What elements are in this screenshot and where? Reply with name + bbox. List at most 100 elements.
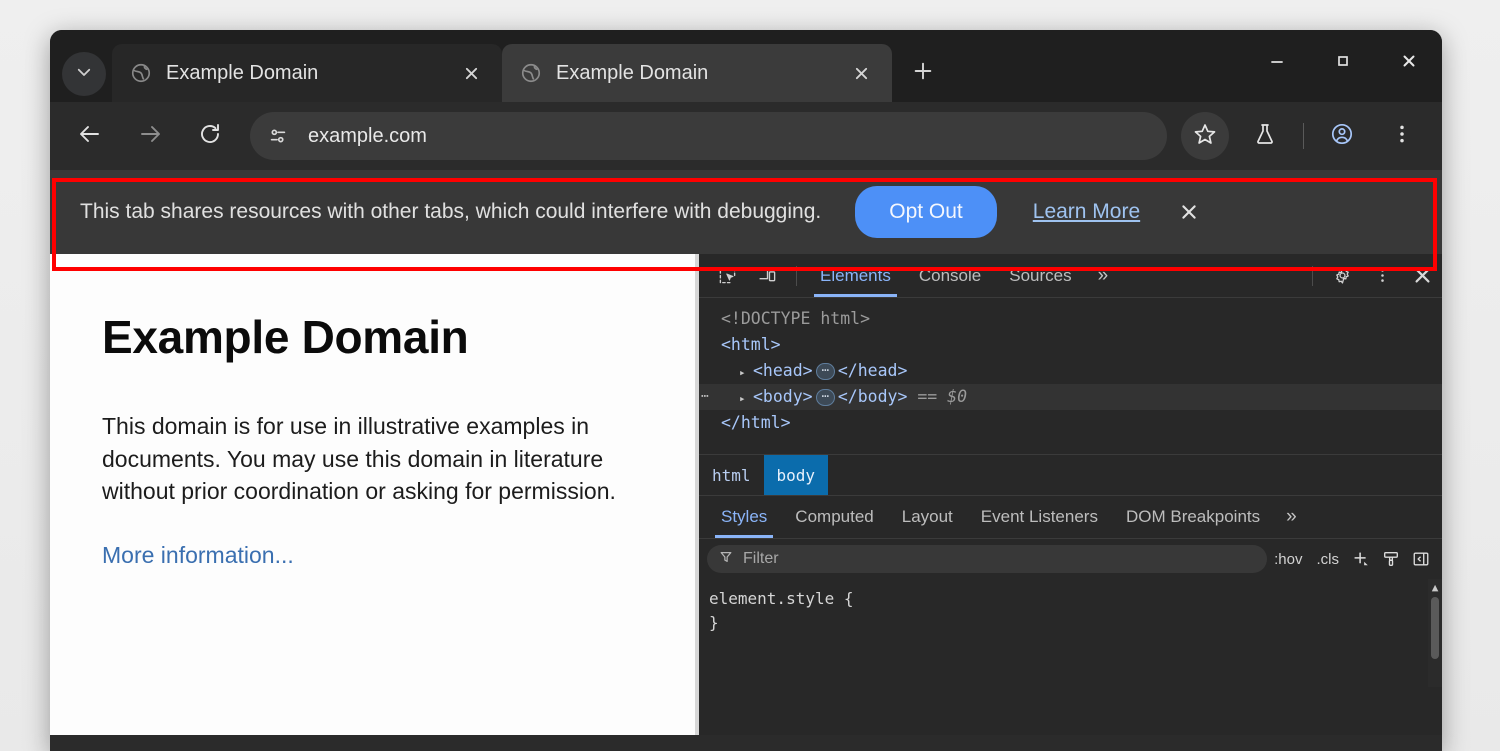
- devtools-close-icon[interactable]: [1405, 259, 1439, 293]
- reload-button[interactable]: [186, 112, 234, 160]
- dom-tag-body-close: </body>: [838, 387, 908, 406]
- labs-button[interactable]: [1241, 112, 1289, 160]
- tab-search-button[interactable]: [62, 52, 106, 96]
- dom-tag-head-close: </head>: [838, 361, 908, 380]
- sidebar-more-tabs-button[interactable]: »: [1274, 506, 1309, 528]
- window-close-button[interactable]: [1376, 30, 1442, 96]
- dom-doctype-text: <!DOCTYPE html>: [721, 309, 870, 328]
- hov-toggle-button[interactable]: :hov: [1267, 551, 1309, 568]
- address-bar-url: example.com: [308, 125, 427, 148]
- dom-row-html-close[interactable]: </html>: [699, 410, 1442, 436]
- toolbar-divider: [1303, 123, 1304, 149]
- styles-filter-bar: Filter :hov .cls: [699, 538, 1442, 579]
- infobar-close-button[interactable]: [1168, 191, 1210, 233]
- back-button[interactable]: [66, 112, 114, 160]
- tab-title: Example Domain: [166, 62, 454, 85]
- devtools-more-panels-button[interactable]: »: [1086, 265, 1121, 287]
- devtools-panel: Elements Console Sources »: [699, 254, 1442, 735]
- collapsed-children-badge[interactable]: ⋯: [816, 363, 835, 380]
- tab-close-button[interactable]: [844, 56, 878, 90]
- chevron-down-icon: [75, 63, 93, 86]
- collapsed-children-badge[interactable]: ⋯: [816, 389, 835, 406]
- dom-row-head[interactable]: ▸<head>⋯</head>: [699, 358, 1442, 384]
- dom-tag-html-close: </html>: [721, 413, 791, 432]
- dom-row-doctype[interactable]: <!DOCTYPE html>: [699, 306, 1442, 332]
- dom-selected-ref: == $0: [917, 387, 967, 406]
- dom-tag-body-open: <body>: [753, 387, 813, 406]
- reload-icon: [198, 122, 222, 151]
- content-area: Example Domain This domain is for use in…: [50, 254, 1442, 735]
- opt-out-button[interactable]: Opt Out: [855, 186, 997, 238]
- styles-rule-view[interactable]: element.style { } ▲: [699, 579, 1442, 735]
- profile-button[interactable]: [1318, 112, 1366, 160]
- dom-row-html-open[interactable]: <html>: [699, 332, 1442, 358]
- devtools-tab-sources[interactable]: Sources: [995, 255, 1085, 297]
- sidebar-tab-event-listeners[interactable]: Event Listeners: [967, 496, 1112, 538]
- sidebar-tab-computed[interactable]: Computed: [781, 496, 887, 538]
- address-bar[interactable]: example.com: [250, 112, 1167, 160]
- maximize-button[interactable]: [1310, 30, 1376, 96]
- page-title: Example Domain: [102, 310, 695, 364]
- devtools-tab-console[interactable]: Console: [905, 255, 995, 297]
- plus-icon: [912, 60, 934, 87]
- sidebar-tab-layout[interactable]: Layout: [888, 496, 967, 538]
- flask-icon: [1253, 122, 1277, 151]
- bookmark-button[interactable]: [1181, 112, 1229, 160]
- device-toolbar-icon[interactable]: [750, 259, 784, 293]
- scroll-up-arrow-icon[interactable]: ▲: [1432, 581, 1439, 594]
- three-dots-vertical-icon: [1390, 122, 1414, 151]
- devtools-toolbar-divider-right: [1312, 266, 1313, 286]
- breadcrumb-body[interactable]: body: [764, 455, 829, 495]
- tab-example-domain-1[interactable]: Example Domain: [112, 44, 502, 102]
- infobar-message: This tab shares resources with other tab…: [80, 200, 821, 224]
- close-icon: [1401, 53, 1417, 74]
- infobar: This tab shares resources with other tab…: [50, 170, 1442, 254]
- computed-styles-brush-icon[interactable]: [1376, 545, 1406, 573]
- inspect-element-icon[interactable]: [710, 259, 744, 293]
- scrollbar-thumb[interactable]: [1431, 597, 1439, 659]
- site-settings-icon[interactable]: [256, 114, 300, 158]
- minimize-button[interactable]: [1244, 30, 1310, 96]
- tab-strip: Example Domain Example Domain: [50, 30, 1442, 102]
- more-information-link[interactable]: More information...: [102, 542, 294, 568]
- settings-gear-icon[interactable]: [1325, 259, 1359, 293]
- row-overflow-dots-icon[interactable]: ⋯: [701, 384, 709, 410]
- devtools-toolbar-divider: [796, 266, 797, 286]
- style-rule-selector: element.style {: [709, 587, 1442, 611]
- forward-button[interactable]: [126, 112, 174, 160]
- dom-tree[interactable]: <!DOCTYPE html> <html> ▸<head>⋯</head> ⋯…: [699, 298, 1442, 454]
- tab-example-domain-2[interactable]: Example Domain: [502, 44, 892, 102]
- styles-scrollbar[interactable]: ▲: [1428, 579, 1442, 687]
- new-tab-button[interactable]: [900, 50, 946, 96]
- style-rule-close-brace: }: [709, 611, 1442, 635]
- styles-filter-input[interactable]: Filter: [707, 545, 1267, 573]
- styles-pane-tabs: Styles Computed Layout Event Listeners D…: [699, 495, 1442, 538]
- dom-tag-html-open: <html>: [721, 335, 781, 354]
- tab-close-button[interactable]: [454, 56, 488, 90]
- dom-tag-head-open: <head>: [753, 361, 813, 380]
- toggle-sidebar-icon[interactable]: [1406, 545, 1436, 573]
- devtools-tab-elements[interactable]: Elements: [806, 255, 905, 297]
- expand-triangle-icon[interactable]: ▸: [739, 360, 753, 386]
- breadcrumb-html[interactable]: html: [699, 455, 764, 495]
- new-style-rule-icon[interactable]: [1346, 545, 1376, 573]
- web-page-viewport: Example Domain This domain is for use in…: [50, 254, 695, 735]
- chrome-menu-button[interactable]: [1378, 112, 1426, 160]
- browser-toolbar: example.com: [50, 102, 1442, 170]
- learn-more-link[interactable]: Learn More: [1033, 200, 1140, 224]
- dom-row-body[interactable]: ⋯▸<body>⋯</body> == $0: [699, 384, 1442, 410]
- screen: Example Domain Example Domain: [0, 0, 1500, 751]
- sidebar-tab-styles[interactable]: Styles: [707, 496, 781, 538]
- maximize-icon: [1335, 53, 1351, 74]
- filter-funnel-icon: [719, 550, 733, 569]
- expand-triangle-icon[interactable]: ▸: [739, 386, 753, 412]
- arrow-left-icon: [78, 122, 102, 151]
- account-avatar-icon: [1330, 122, 1354, 151]
- cls-toggle-button[interactable]: .cls: [1310, 551, 1347, 568]
- styles-filter-placeholder: Filter: [743, 550, 779, 568]
- sidebar-tab-dom-breakpoints[interactable]: DOM Breakpoints: [1112, 496, 1274, 538]
- devtools-more-options-icon[interactable]: [1365, 259, 1399, 293]
- star-icon: [1193, 122, 1217, 151]
- globe-icon: [520, 62, 542, 84]
- window-controls: [1244, 30, 1442, 96]
